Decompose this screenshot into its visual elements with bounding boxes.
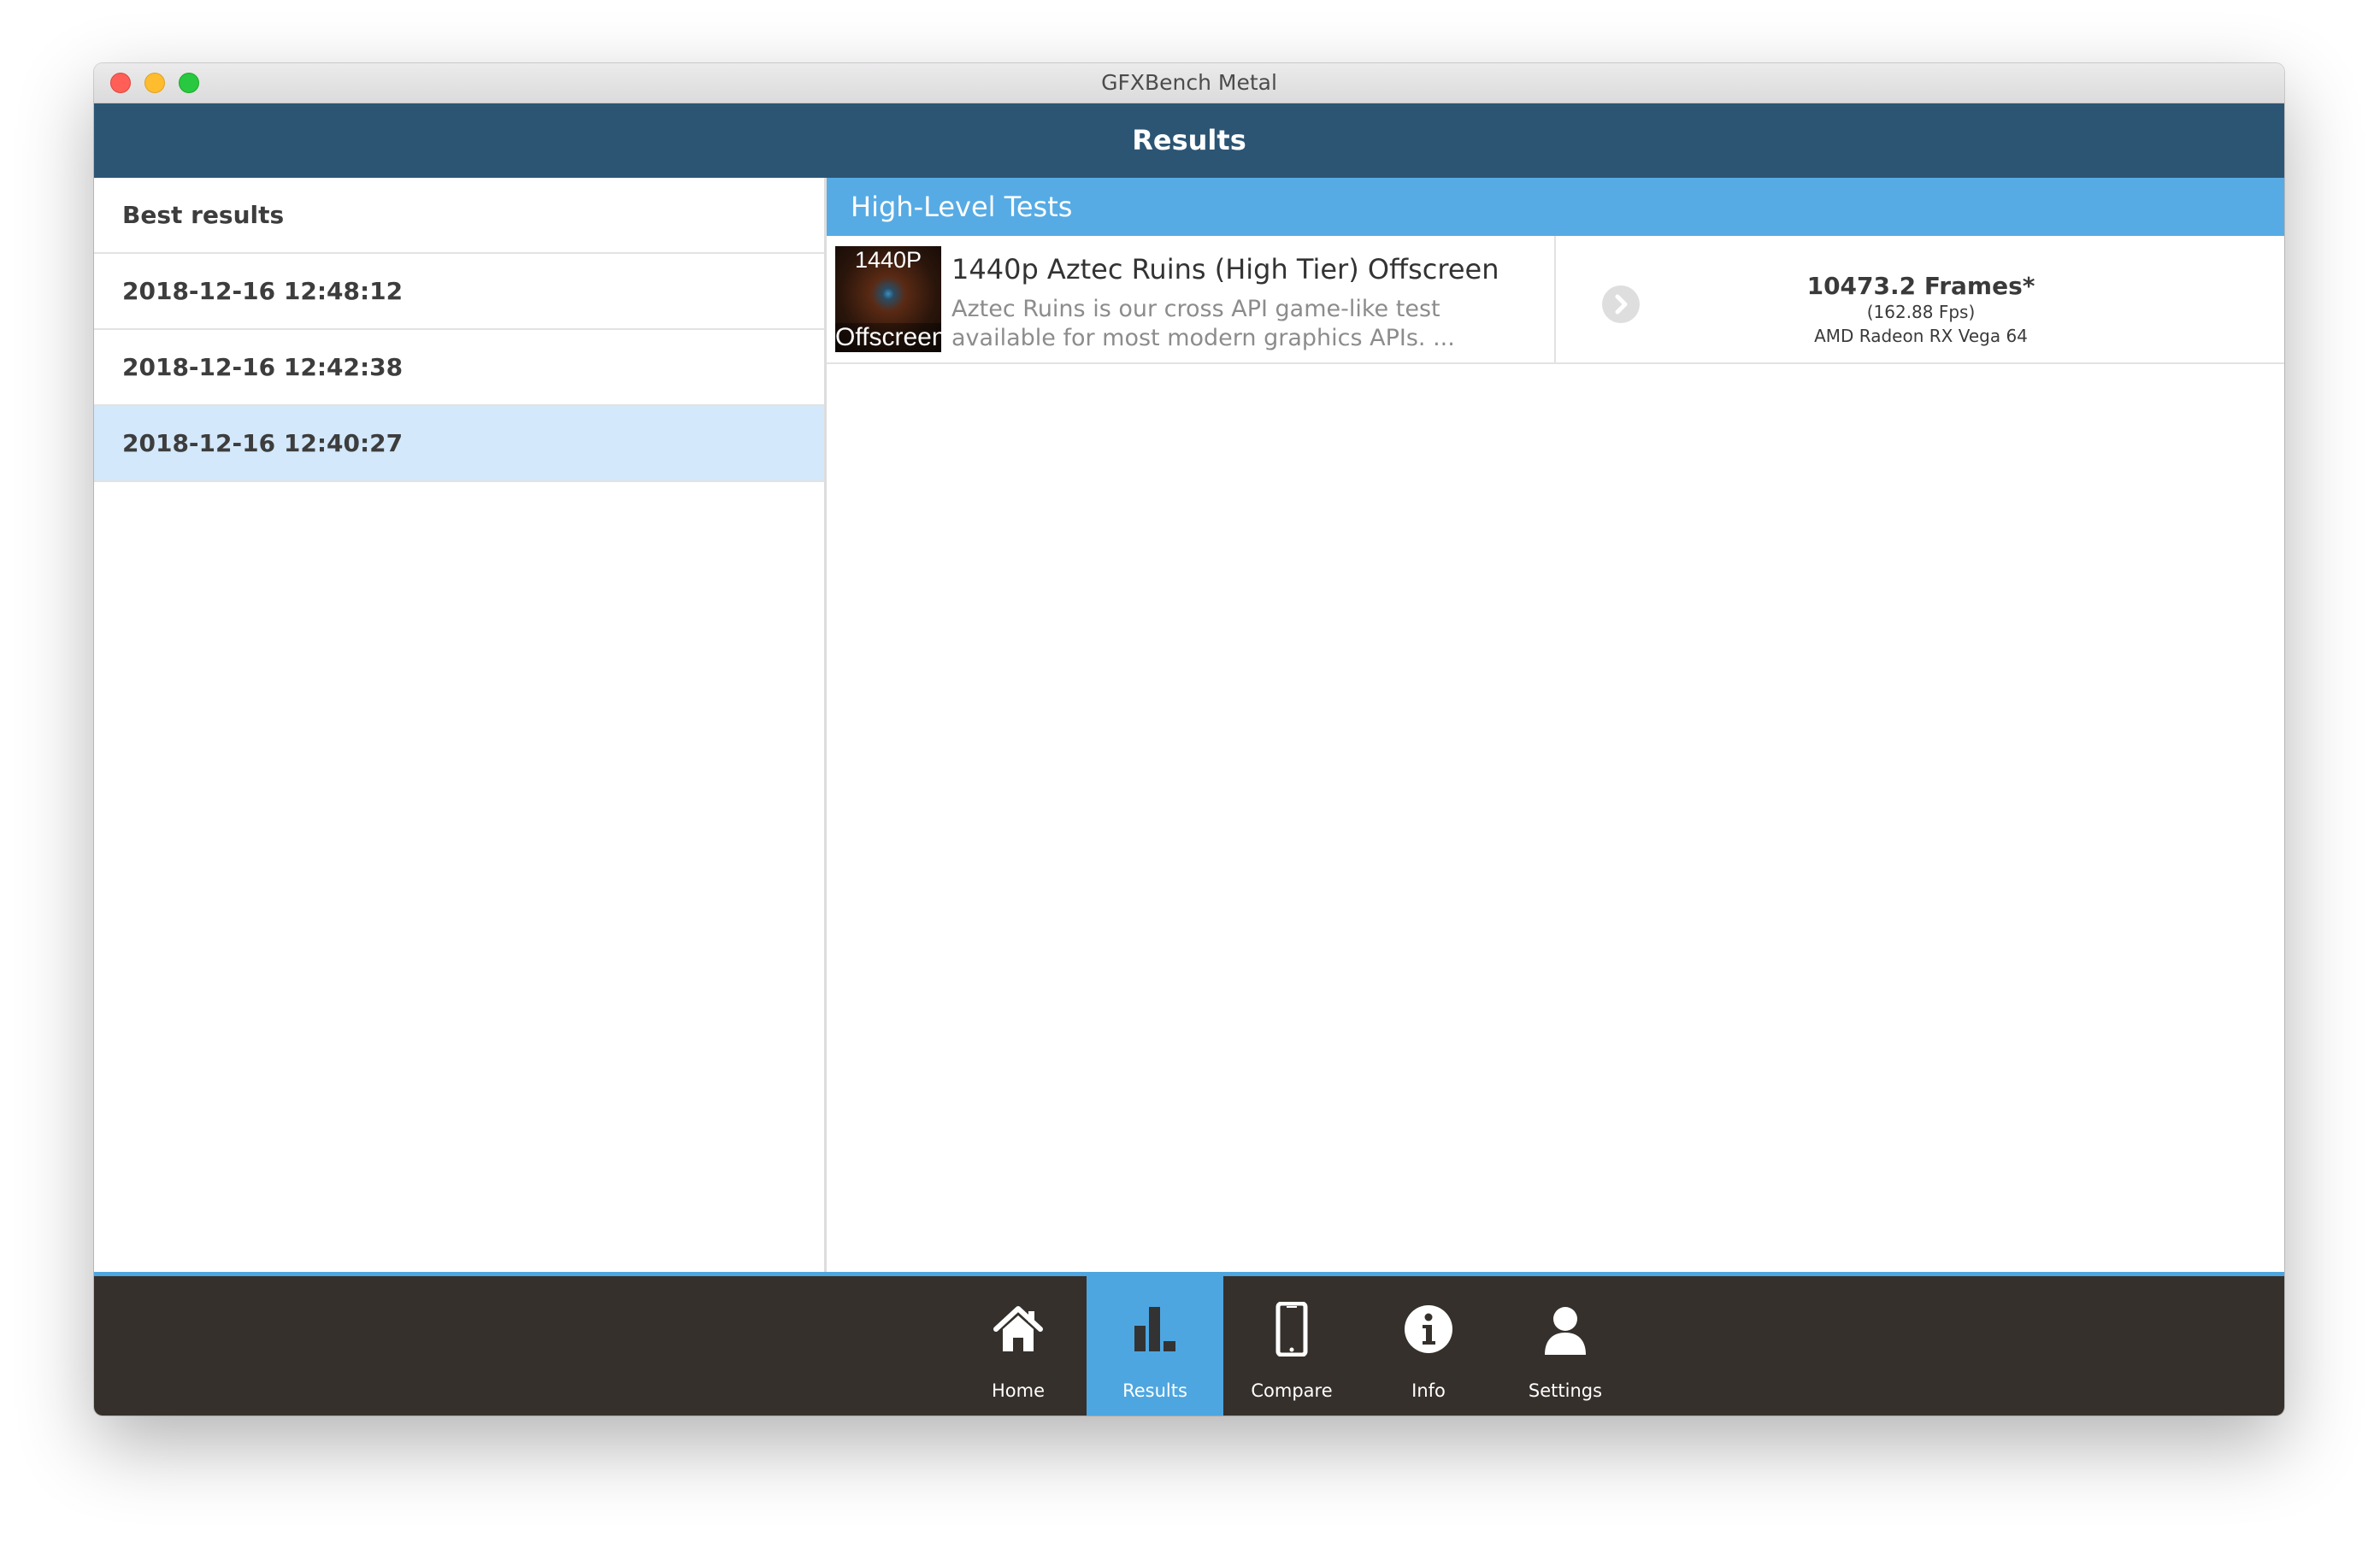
list-item-best-results[interactable]: Best results: [94, 178, 824, 254]
user-icon: [1538, 1302, 1593, 1357]
test-thumbnail: 1440P Offscreen: [835, 246, 941, 352]
tab-results-label: Results: [1122, 1380, 1187, 1401]
page-title: Results: [1132, 124, 1246, 156]
tab-home-label: Home: [991, 1380, 1045, 1401]
bar-chart-icon: [1128, 1302, 1182, 1357]
results-list: Best results 2018-12-16 12:48:12 2018-12…: [94, 178, 827, 1272]
home-icon: [991, 1302, 1046, 1357]
tab-info[interactable]: Info: [1360, 1276, 1497, 1415]
phone-icon: [1264, 1301, 1319, 1357]
list-item-result[interactable]: 2018-12-16 12:48:12: [94, 254, 824, 330]
section-header: High-Level Tests: [827, 178, 2284, 236]
tab-info-label: Info: [1411, 1380, 1446, 1401]
list-item-result-selected[interactable]: 2018-12-16 12:40:27: [94, 406, 824, 482]
thumbnail-mode-label: Offscreen: [835, 323, 941, 352]
score-cell: 10473.2 Frames* (162.88 Fps) AMD Radeon …: [1554, 236, 2284, 362]
test-result-row[interactable]: 1440P Offscreen 1440p Aztec Ruins (High …: [827, 236, 2284, 364]
score-value: 10473.2 Frames*: [1806, 272, 2035, 300]
thumbnail-resolution-label: 1440P: [854, 247, 922, 273]
app-window: GFXBench Metal Results Best results 2018…: [94, 63, 2284, 1415]
title-bar[interactable]: GFXBench Metal: [94, 63, 2284, 103]
list-item-result[interactable]: 2018-12-16 12:42:38: [94, 330, 824, 406]
score-device: AMD Radeon RX Vega 64: [1814, 326, 2028, 346]
test-description: Aztec Ruins is our cross API game-like t…: [951, 296, 1455, 351]
tab-compare-label: Compare: [1251, 1380, 1333, 1401]
tab-settings-label: Settings: [1528, 1380, 1603, 1401]
page-header: Results: [94, 103, 2284, 178]
tab-bar: Home Results Compare Info Settings: [94, 1272, 2284, 1415]
results-detail: High-Level Tests 1440P Offscreen 1440p A…: [827, 178, 2284, 1272]
test-title: 1440p Aztec Ruins (High Tier) Offscreen: [951, 253, 1499, 285]
tab-home[interactable]: Home: [950, 1276, 1087, 1415]
window-title: GFXBench Metal: [1101, 70, 1277, 95]
info-icon: [1401, 1302, 1456, 1357]
tab-results[interactable]: Results: [1087, 1276, 1223, 1415]
tab-settings[interactable]: Settings: [1497, 1276, 1634, 1415]
tab-compare[interactable]: Compare: [1223, 1276, 1360, 1415]
score-fps: (162.88 Fps): [1866, 302, 1976, 322]
